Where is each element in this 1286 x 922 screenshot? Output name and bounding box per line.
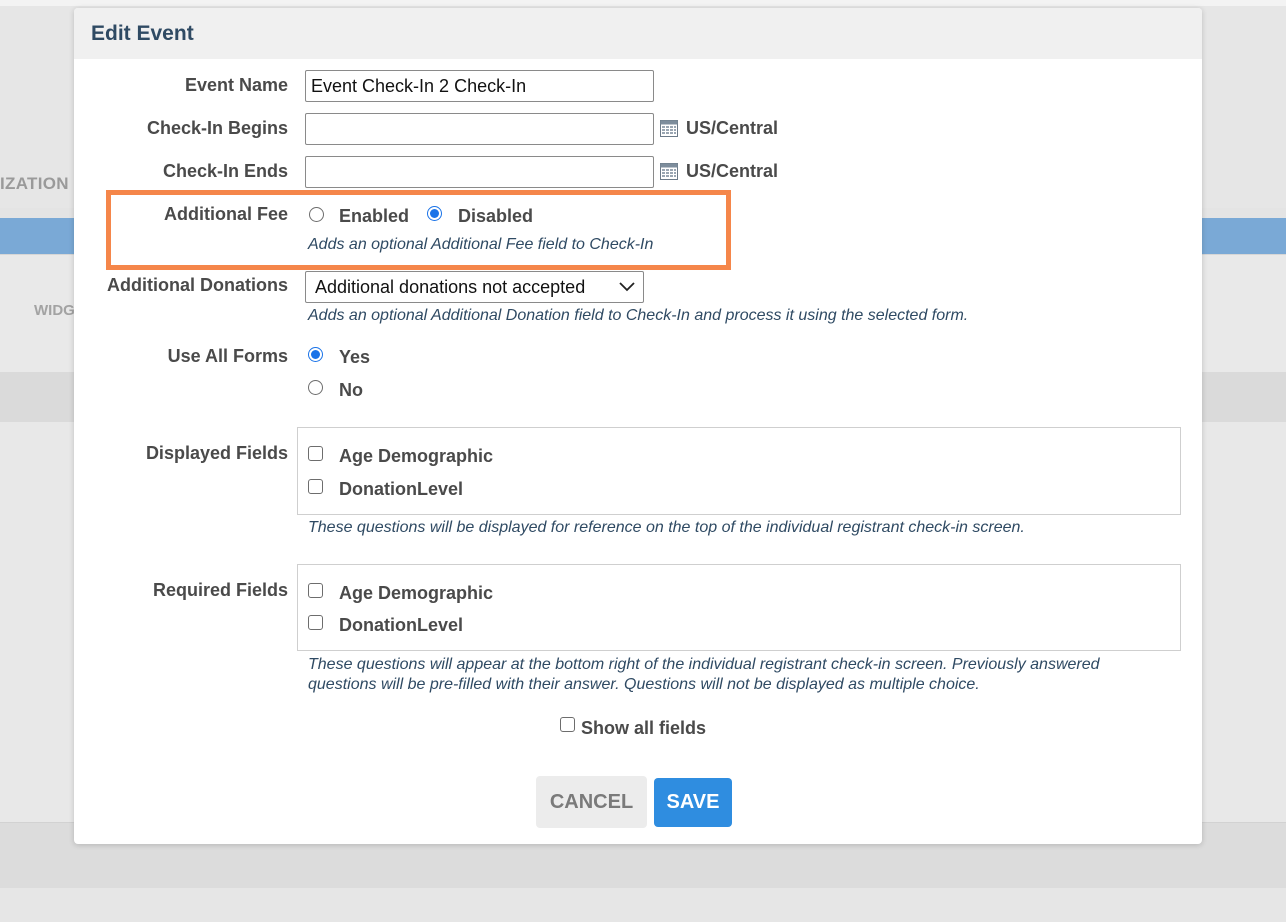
additional-fee-highlight [106, 190, 731, 270]
additional-donations-label: Additional Donations [107, 275, 288, 295]
background-partial-label: IZATION [0, 174, 69, 193]
displayed-donation-level-label[interactable]: DonationLevel [339, 479, 463, 500]
required-donation-level-label[interactable]: DonationLevel [339, 615, 463, 636]
use-all-forms-yes-radio[interactable] [308, 347, 323, 362]
required-age-demographic-checkbox[interactable] [308, 583, 323, 598]
save-button[interactable]: SAVE [654, 778, 732, 827]
use-all-forms-yes-label[interactable]: Yes [339, 347, 370, 368]
checkin-begins-timezone: US/Central [686, 118, 779, 138]
checkin-ends-label: Check-In Ends [162, 161, 288, 181]
checkin-ends-input[interactable] [305, 156, 654, 188]
calendar-icon[interactable] [660, 163, 678, 180]
calendar-icon[interactable] [660, 120, 678, 137]
use-all-forms-label: Use All Forms [167, 346, 288, 366]
background-partial-label-2: WIDG [34, 302, 75, 319]
displayed-age-demographic-checkbox[interactable] [308, 446, 323, 461]
additional-donations-help: Adds an optional Additional Donation fie… [308, 307, 969, 324]
event-name-label: Event Name [184, 75, 288, 95]
required-fields-help-line2: questions will be pre-filled with their … [308, 676, 980, 693]
additional-fee-help: Adds an optional Additional Fee field to… [308, 236, 654, 253]
additional-fee-enabled-radio[interactable] [309, 207, 324, 222]
modal-title: Edit Event [91, 21, 194, 45]
displayed-fields-help: These questions will be displayed for re… [308, 519, 1025, 536]
background-bottom-area [0, 888, 1286, 922]
event-name-input[interactable] [305, 70, 654, 102]
additional-donations-select[interactable]: Additional donations not accepted [305, 271, 644, 303]
show-all-fields-checkbox[interactable] [560, 717, 575, 732]
required-fields-box: Age Demographic DonationLevel [297, 564, 1181, 651]
displayed-age-demographic-label[interactable]: Age Demographic [339, 446, 493, 467]
required-age-demographic-label[interactable]: Age Demographic [339, 583, 493, 604]
additional-fee-disabled-radio[interactable] [427, 206, 442, 221]
displayed-donation-level-checkbox[interactable] [308, 479, 323, 494]
additional-fee-enabled-label[interactable]: Enabled [339, 206, 409, 227]
required-fields-label: Required Fields [152, 580, 288, 600]
show-all-fields-label[interactable]: Show all fields [581, 718, 706, 739]
additional-fee-label: Additional Fee [163, 204, 288, 224]
edit-event-modal: Edit Event Event Name Check-In Begins US… [74, 8, 1202, 844]
required-donation-level-checkbox[interactable] [308, 615, 323, 630]
displayed-fields-label: Displayed Fields [145, 443, 288, 463]
required-fields-help-line1: These questions will appear at the botto… [308, 656, 1100, 673]
chevron-down-icon [619, 282, 635, 292]
checkin-begins-input[interactable] [305, 113, 654, 145]
additional-donations-selected: Additional donations not accepted [315, 276, 586, 297]
checkin-begins-label: Check-In Begins [146, 118, 288, 138]
additional-fee-disabled-label[interactable]: Disabled [458, 206, 533, 227]
use-all-forms-no-radio[interactable] [308, 380, 323, 395]
use-all-forms-no-label[interactable]: No [339, 380, 363, 401]
displayed-fields-box: Age Demographic DonationLevel [297, 427, 1181, 515]
checkin-ends-timezone: US/Central [686, 161, 779, 181]
cancel-button[interactable]: CANCEL [536, 776, 647, 828]
modal-header: Edit Event [74, 8, 1202, 59]
